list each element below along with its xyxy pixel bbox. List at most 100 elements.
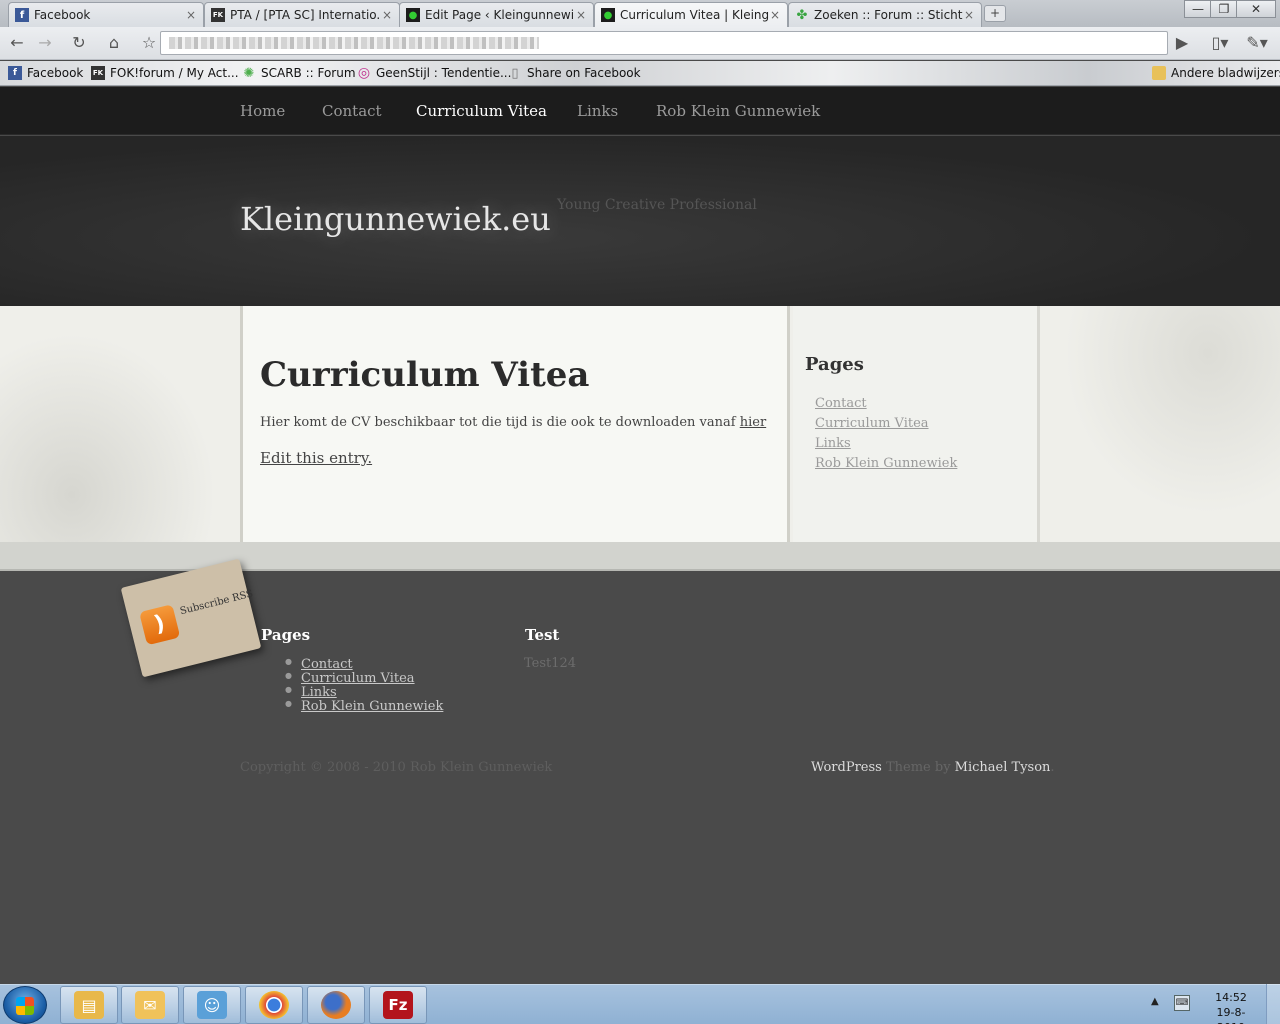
tab-edit-page[interactable]: ● Edit Page ‹ Kleingunnewi... × — [399, 2, 594, 27]
sidebar-item-links[interactable]: Links — [815, 436, 957, 456]
facebook-icon: f — [15, 8, 29, 22]
filezilla-icon: Fz — [383, 991, 413, 1019]
nav-links[interactable]: Links — [577, 102, 618, 120]
taskbar-outlook[interactable]: ✉ — [121, 986, 179, 1024]
show-desktop-button[interactable] — [1266, 984, 1280, 1024]
minimize-button[interactable]: — — [1184, 0, 1212, 18]
tab-pta[interactable]: FK PTA / [PTA SC] Internatio... × — [204, 2, 400, 27]
rss-label: Subscribe RSS — [178, 588, 255, 618]
nav-rob-klein-gunnewiek[interactable]: Rob Klein Gunnewiek — [656, 102, 820, 120]
maximize-button[interactable]: ❐ — [1210, 0, 1238, 18]
footer-item-contact[interactable]: Contact — [285, 657, 443, 672]
facebook-icon: f — [8, 66, 22, 80]
nav-home[interactable]: Home — [240, 102, 285, 120]
folder-icon: ▤ — [74, 991, 104, 1019]
page-menu-icon[interactable]: ▯▾ — [1205, 32, 1235, 54]
people-icon: ☺ — [197, 991, 227, 1019]
site-title[interactable]: Kleingunnewiek.eu — [240, 200, 551, 238]
home-button[interactable]: ⌂ — [102, 32, 126, 54]
bookmark-label: FOK!forum / My Act... — [110, 66, 239, 80]
decorative-texture — [1040, 306, 1280, 542]
copyright-text: Copyright © 2008 - 2010 Rob Klein Gunnew… — [240, 760, 553, 775]
page-icon: ▯ — [511, 65, 519, 81]
close-icon[interactable]: × — [963, 8, 975, 22]
site-navigation: Home Contact Curriculum Vitea Links Rob … — [0, 87, 1280, 135]
author-link[interactable]: Michael Tyson — [955, 760, 1051, 775]
sidebar-item-contact[interactable]: Contact — [815, 396, 957, 416]
bookmark-star-icon[interactable]: ☆ — [137, 32, 161, 54]
bookmarks-bar: f Facebook FK FOK!forum / My Act... ✺ SC… — [0, 61, 1280, 86]
footer-item-rob-klein-gunnewiek[interactable]: Rob Klein Gunnewiek — [285, 699, 443, 714]
address-bar[interactable] — [160, 31, 1168, 55]
wrench-icon[interactable]: ✎▾ — [1240, 32, 1274, 54]
windows-taskbar: ▤ ✉ ☺ Fz — [0, 984, 1280, 1024]
bookmark-geenstijl[interactable]: ◎ GeenStijl : Tendentie... — [357, 65, 512, 81]
entry-text: Hier komt de CV beschikbaar tot die tijd… — [260, 415, 766, 430]
back-button[interactable]: ← — [5, 32, 29, 54]
site-header: Kleingunnewiek.eu Young Creative Profess… — [0, 136, 1280, 306]
forward-button[interactable]: → — [33, 32, 57, 54]
clock[interactable]: 14:52 19-8-2010 — [1205, 990, 1257, 1024]
sidebar-item-curriculum-vitea[interactable]: Curriculum Vitea — [815, 416, 957, 436]
site-icon: ● — [406, 8, 420, 22]
taskbar-chrome[interactable] — [245, 986, 303, 1024]
bookmark-share-facebook[interactable]: ▯ Share on Facebook — [508, 65, 641, 81]
other-bookmarks[interactable]: Andere bladwijzers — [1152, 65, 1280, 81]
bookmark-fok[interactable]: FK FOK!forum / My Act... — [91, 65, 239, 81]
start-button[interactable] — [3, 986, 47, 1024]
go-button[interactable]: ▶ — [1170, 32, 1194, 54]
close-icon[interactable]: × — [769, 8, 781, 22]
footer-item-curriculum-vitea[interactable]: Curriculum Vitea — [285, 671, 443, 686]
other-bookmarks-label: Andere bladwijzers — [1171, 66, 1280, 80]
rss-icon: ) — [139, 604, 181, 646]
sidebar-item-rob-klein-gunnewiek[interactable]: Rob Klein Gunnewiek — [815, 456, 957, 476]
theme-credits: WordPress Theme by Michael Tyson. — [811, 760, 1055, 775]
tab-label: Curriculum Vitea | Kleing... — [620, 8, 769, 22]
edit-entry-link[interactable]: Edit this entry. — [260, 449, 372, 467]
language-indicator-icon[interactable]: ⌨ — [1174, 995, 1190, 1011]
bookmark-scarb[interactable]: ✺ SCARB :: Forum — [242, 65, 356, 81]
tab-label: Facebook — [34, 8, 91, 22]
bookmark-label: Facebook — [27, 66, 84, 80]
close-icon[interactable]: × — [185, 8, 197, 22]
blurred-url — [169, 37, 539, 49]
footer-pages-heading: Pages — [261, 626, 311, 644]
credits-end: . — [1050, 760, 1055, 775]
content-footer-strip — [0, 542, 1280, 571]
bookmark-facebook[interactable]: f Facebook — [8, 65, 83, 81]
nav-curriculum-vitea[interactable]: Curriculum Vitea — [416, 102, 547, 120]
show-hidden-icons-icon[interactable]: ▲ — [1151, 996, 1159, 1007]
tab-curriculum-vitea[interactable]: ● Curriculum Vitea | Kleing... × — [594, 2, 788, 27]
sidebar-pages-list: Contact Curriculum Vitea Links Rob Klein… — [815, 396, 957, 476]
close-icon[interactable]: × — [575, 8, 587, 22]
mail-icon: ✉ — [135, 991, 165, 1019]
close-icon[interactable]: × — [381, 8, 393, 22]
taskbar-messenger[interactable]: ☺ — [183, 986, 241, 1024]
chrome-icon — [259, 991, 289, 1019]
firefox-icon — [321, 991, 351, 1019]
wordpress-link[interactable]: WordPress — [811, 760, 882, 775]
taskbar-filezilla[interactable]: Fz — [369, 986, 427, 1024]
nav-contact[interactable]: Contact — [322, 102, 382, 120]
taskbar-firefox[interactable] — [307, 986, 365, 1024]
folder-icon — [1152, 66, 1166, 80]
windows-logo-icon — [16, 997, 34, 1015]
new-tab-button[interactable]: + — [984, 5, 1006, 22]
tab-facebook[interactable]: f Facebook × — [8, 2, 204, 27]
fok-icon: FK — [91, 66, 105, 80]
decorative-texture — [0, 306, 240, 542]
clock-date: 19-8-2010 — [1216, 1006, 1246, 1024]
site-tagline: Young Creative Professional — [557, 197, 757, 213]
entry-title: Curriculum Vitea — [260, 355, 590, 395]
taskbar-explorer[interactable]: ▤ — [60, 986, 118, 1024]
globe-icon: ✺ — [243, 65, 255, 81]
bookmark-label: Share on Facebook — [527, 66, 641, 80]
tab-strip: f Facebook × FK PTA / [PTA SC] Internati… — [0, 0, 1280, 27]
tab-zoeken[interactable]: ✤ Zoeken :: Forum :: Stichti... × — [788, 2, 982, 27]
download-link[interactable]: hier — [740, 415, 766, 430]
fok-icon: FK — [211, 8, 225, 22]
sidebar-heading: Pages — [805, 354, 864, 375]
footer-item-links[interactable]: Links — [285, 685, 443, 700]
close-window-button[interactable]: ✕ — [1236, 0, 1276, 18]
reload-button[interactable]: ↻ — [67, 32, 91, 54]
